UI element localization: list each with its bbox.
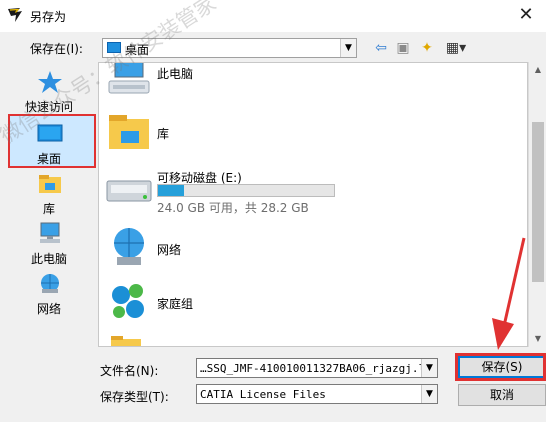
view-menu-button[interactable]: ▦▾ <box>441 39 471 57</box>
place-network[interactable]: 网络 <box>6 270 92 322</box>
place-label: 桌面 <box>36 152 61 166</box>
place-label: 库 <box>42 202 55 216</box>
place-label: 此电脑 <box>30 252 67 266</box>
filetype-label: 保存类型(T): <box>100 390 169 404</box>
place-label: 快速访问 <box>24 100 73 114</box>
drive-icon <box>106 180 152 202</box>
item-detail: 24.0 GB 可用，共 28.2 GB <box>157 201 309 215</box>
close-icon: ✕ <box>518 4 534 25</box>
location-label: 保存在(I): <box>30 42 83 56</box>
usage-bar <box>157 184 335 197</box>
item-name: 家庭组 <box>157 297 194 311</box>
place-library[interactable]: 库 <box>6 170 92 222</box>
place-desktop[interactable]: 桌面 <box>6 114 96 170</box>
chevron-down-icon[interactable]: ▼ <box>421 359 437 377</box>
star-icon <box>38 71 62 93</box>
filename-value: …SSQ_JMF-410010011327BA06_rjazgj.licz <box>200 362 438 375</box>
back-button[interactable]: ⇦ <box>372 39 390 57</box>
catia-logo-icon <box>8 8 22 22</box>
places-bar: 快速访问 桌面 库 此电脑 网络 <box>0 62 96 347</box>
up-folder-icon: ▣ <box>396 40 410 56</box>
scroll-up-icon[interactable]: ▲ <box>529 62 546 78</box>
filename-label: 文件名(N): <box>100 364 159 378</box>
save-highlight <box>455 353 546 381</box>
chevron-down-icon[interactable]: ▼ <box>421 385 437 403</box>
list-item[interactable]: 此电脑 <box>105 63 505 103</box>
back-arrow-icon: ⇦ <box>375 40 387 56</box>
location-value: 桌面 <box>125 43 150 57</box>
window-title: 另存为 <box>30 10 67 24</box>
usage-fill <box>158 185 185 196</box>
chevron-down-icon[interactable]: ▼ <box>340 39 356 57</box>
place-quick-access[interactable]: 快速访问 <box>6 68 92 120</box>
network-icon <box>41 274 59 293</box>
location-combo[interactable]: 桌面 ▼ <box>102 38 357 58</box>
library-icon <box>109 115 149 149</box>
list-item[interactable]: 可移动磁盘 (E:) 24.0 GB 可用，共 28.2 GB <box>105 163 505 215</box>
computer-icon <box>108 63 150 94</box>
up-folder-button[interactable]: ▣ <box>394 39 412 57</box>
library-icon <box>39 175 61 193</box>
filename-field[interactable]: …SSQ_JMF-410010011327BA06_rjazgj.licz ▼ <box>196 358 438 378</box>
new-folder-icon: ✦ <box>421 40 433 56</box>
view-menu-icon: ▦▾ <box>445 40 467 56</box>
annotation-arrow <box>492 237 526 350</box>
item-name: 网络 <box>157 243 182 257</box>
scroll-thumb[interactable] <box>532 122 544 282</box>
scroll-down-icon[interactable]: ▼ <box>529 331 546 347</box>
list-item[interactable]: 家庭组 <box>105 281 505 325</box>
vertical-scrollbar[interactable]: ▲ ▼ <box>528 62 546 347</box>
computer-icon <box>40 222 60 243</box>
item-name: 库 <box>157 127 170 141</box>
desktop-icon <box>107 42 121 53</box>
item-name: 此电脑 <box>157 67 194 81</box>
place-label: 网络 <box>36 302 61 316</box>
network-icon <box>114 228 144 265</box>
desktop-icon <box>37 124 63 142</box>
new-folder-button[interactable]: ✦ <box>418 39 436 57</box>
place-this-pc[interactable]: 此电脑 <box>6 220 92 272</box>
homegroup-icon <box>112 284 144 318</box>
cancel-button[interactable]: 取消 <box>458 384 546 406</box>
list-item[interactable]: 库 <box>105 113 505 157</box>
file-list[interactable]: 此电脑 库 可移动磁盘 (E:) 24.0 GB 可用，共 28.2 GB 网络 <box>98 62 528 347</box>
filetype-select[interactable]: CATIA License Files ▼ <box>196 384 438 404</box>
filetype-value: CATIA License Files <box>200 388 326 401</box>
title-bar: 另存为 ✕ <box>0 0 546 32</box>
close-button[interactable]: ✕ <box>514 3 538 27</box>
folder-icon <box>111 336 141 346</box>
list-item[interactable]: 网络 <box>105 227 505 271</box>
